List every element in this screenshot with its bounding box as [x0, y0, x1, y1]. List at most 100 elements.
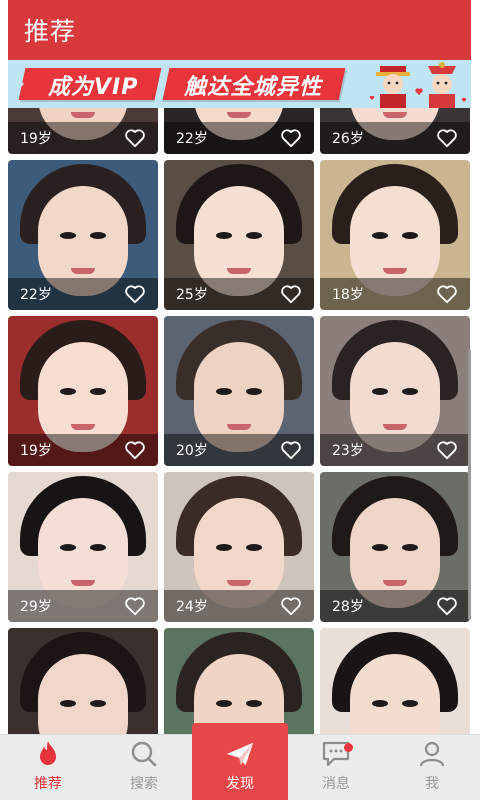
- profile-photo-mouth: [227, 580, 251, 586]
- scrollbar[interactable]: [468, 350, 471, 620]
- profile-card[interactable]: 22岁: [164, 108, 314, 154]
- profile-card[interactable]: 23岁: [320, 316, 470, 466]
- heart-icon[interactable]: [280, 595, 302, 617]
- profile-card[interactable]: 19岁: [8, 316, 158, 466]
- profile-card[interactable]: [8, 628, 158, 734]
- profile-photo-eye: [90, 700, 106, 707]
- profile-card[interactable]: 18岁: [320, 160, 470, 310]
- search-icon: [129, 739, 159, 769]
- profile-age: 22岁: [176, 131, 208, 147]
- profile-age: 22岁: [20, 287, 52, 303]
- profile-age: 26岁: [332, 131, 364, 147]
- profile-info-bar: 22岁: [8, 278, 158, 310]
- heart-icon[interactable]: [280, 439, 302, 461]
- profile-photo-mouth: [71, 580, 95, 586]
- profile-card[interactable]: 24岁: [164, 472, 314, 622]
- nav-label-recommend: 推荐: [34, 776, 62, 792]
- heart-icon[interactable]: [124, 127, 146, 149]
- profile-card[interactable]: [320, 628, 470, 734]
- profile-photo-mouth: [227, 268, 251, 274]
- heart-icon[interactable]: [436, 283, 458, 305]
- profile-photo-eye: [246, 544, 262, 551]
- bottom-nav: 推荐 搜索 发现 消息 我: [0, 723, 480, 800]
- profile-info-bar: 19岁: [8, 434, 158, 466]
- profile-info-bar: 28岁: [320, 590, 470, 622]
- profile-photo-eye: [216, 700, 232, 707]
- profile-photo-mouth: [383, 580, 407, 586]
- profile-card[interactable]: 25岁: [164, 160, 314, 310]
- heart-icon[interactable]: [280, 283, 302, 305]
- profile-card[interactable]: 20岁: [164, 316, 314, 466]
- nav-label-me: 我: [425, 776, 439, 792]
- profile-photo-eye: [90, 544, 106, 551]
- profile-photo-mouth: [383, 268, 407, 274]
- nav-label-search: 搜索: [130, 776, 158, 792]
- profile-card[interactable]: 26岁: [320, 108, 470, 154]
- nav-label-discover: 发现: [226, 776, 254, 792]
- profile-card[interactable]: 19岁: [8, 108, 158, 154]
- profile-card[interactable]: [164, 628, 314, 734]
- profile-photo-mouth: [71, 424, 95, 430]
- profile-card[interactable]: 29岁: [8, 472, 158, 622]
- profile-info-bar: 24岁: [164, 590, 314, 622]
- nav-item-discover[interactable]: 发现: [192, 723, 288, 800]
- banner-text-vip: 成为VIP: [48, 75, 139, 100]
- profile-photo-eye: [60, 544, 76, 551]
- profile-grid-viewport[interactable]: 19岁 22岁 26岁 22岁 25岁 18岁 19岁 20岁 23岁 29岁 24岁 28岁: [8, 108, 471, 734]
- profile-photo-eye: [372, 700, 388, 707]
- profile-info-bar: 19岁: [8, 122, 158, 154]
- profile-age: 19岁: [20, 443, 52, 459]
- profile-age: 18岁: [332, 287, 364, 303]
- profile-photo-eye: [402, 700, 418, 707]
- profile-card[interactable]: 22岁: [8, 160, 158, 310]
- profile-age: 25岁: [176, 287, 208, 303]
- profile-info-bar: 22岁: [164, 122, 314, 154]
- user-icon: [417, 739, 447, 769]
- profile-photo-face: [350, 654, 440, 734]
- profile-photo-eye: [216, 544, 232, 551]
- profile-photo-eye: [216, 388, 232, 395]
- profile-photo-eye: [60, 232, 76, 239]
- profile-photo-face: [194, 654, 284, 734]
- banner-ribbon-notch: [10, 70, 24, 98]
- profile-age: 24岁: [176, 599, 208, 615]
- profile-info-bar: 18岁: [320, 278, 470, 310]
- heart-icon[interactable]: [280, 127, 302, 149]
- heart-icon[interactable]: [124, 283, 146, 305]
- profile-photo-mouth: [227, 112, 251, 118]
- nav-item-recommend[interactable]: 推荐: [0, 735, 96, 800]
- profile-photo-face: [38, 654, 128, 734]
- profile-info-bar: 23岁: [320, 434, 470, 466]
- nav-item-messages[interactable]: 消息: [288, 735, 384, 800]
- message-badge-dot: [344, 743, 353, 752]
- profile-info-bar: 20岁: [164, 434, 314, 466]
- profile-photo-mouth: [383, 424, 407, 430]
- heart-icon[interactable]: [436, 127, 458, 149]
- profile-photo-mouth: [383, 112, 407, 118]
- flame-icon: [33, 739, 63, 769]
- profile-photo-eye: [372, 232, 388, 239]
- profile-info-bar: 26岁: [320, 122, 470, 154]
- profile-age: 29岁: [20, 599, 52, 615]
- vip-banner[interactable]: 成为VIP 触达全城异性: [8, 60, 471, 108]
- profile-info-bar: 29岁: [8, 590, 158, 622]
- profile-photo-mouth: [71, 112, 95, 118]
- app-header: 推荐: [8, 0, 471, 60]
- nav-label-messages: 消息: [322, 776, 350, 792]
- profile-photo-eye: [372, 388, 388, 395]
- profile-photo-eye: [90, 232, 106, 239]
- profile-photo-eye: [246, 232, 262, 239]
- profile-photo-eye: [372, 544, 388, 551]
- heart-icon[interactable]: [124, 595, 146, 617]
- profile-photo-eye: [246, 700, 262, 707]
- profile-age: 28岁: [332, 599, 364, 615]
- nav-item-me[interactable]: 我: [384, 735, 480, 800]
- profile-age: 23岁: [332, 443, 364, 459]
- nav-item-search[interactable]: 搜索: [96, 735, 192, 800]
- profile-grid: 19岁 22岁 26岁 22岁 25岁 18岁 19岁 20岁 23岁 29岁 24岁 28岁: [8, 108, 471, 734]
- heart-icon[interactable]: [436, 595, 458, 617]
- heart-icon[interactable]: [436, 439, 458, 461]
- heart-icon[interactable]: [124, 439, 146, 461]
- profile-card[interactable]: 28岁: [320, 472, 470, 622]
- profile-photo-eye: [216, 232, 232, 239]
